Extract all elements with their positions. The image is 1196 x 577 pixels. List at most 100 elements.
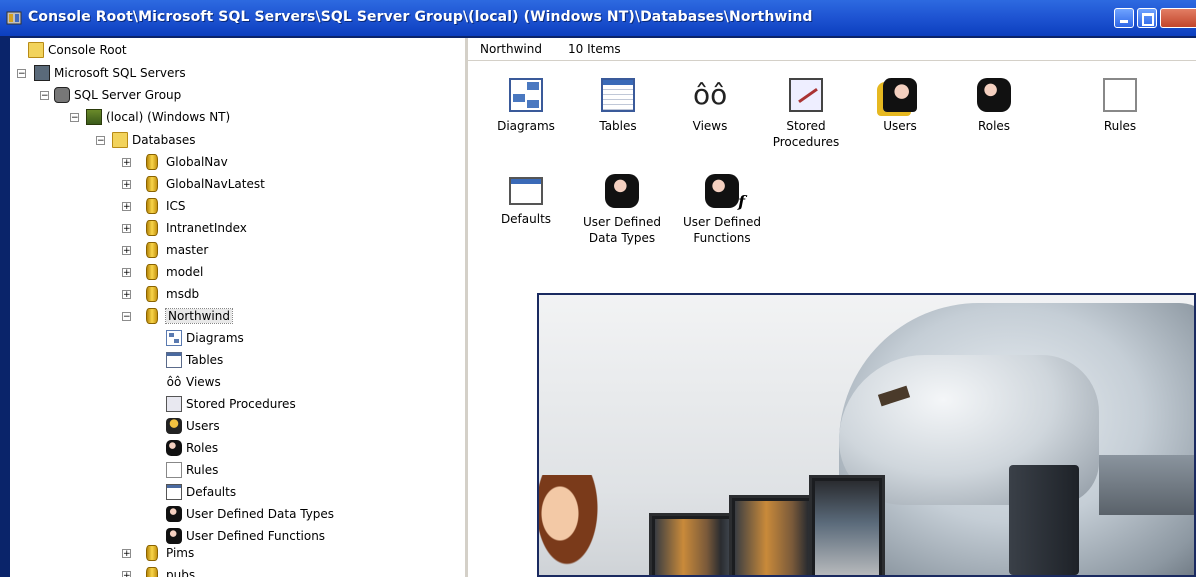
tree-item-console-root[interactable]: Console Root [28,40,127,60]
tree-item-ics[interactable]: ICS [146,196,186,216]
tree-item-user-defined-data-types[interactable]: User Defined Data Types [166,504,334,524]
tree-item-label: Roles [186,441,219,455]
tree-item-tables[interactable]: Tables [166,350,223,370]
user-defined-type-icon [605,174,639,208]
details-title: Northwind [480,42,542,56]
details-item-tables[interactable]: Tables [572,78,664,134]
item-count: 10 Items [568,42,621,56]
details-item-label: Views [692,119,728,133]
tree-item-msdb[interactable]: msdb [146,284,199,304]
database-icon [146,220,158,236]
rule-icon [1103,78,1137,112]
collapse-toggle[interactable]: − [70,113,79,123]
expand-toggle[interactable]: + [122,290,131,300]
tree-item-master[interactable]: master [146,240,208,260]
tree-item-diagrams[interactable]: Diagrams [166,328,244,348]
tree-item-databases[interactable]: Databases [112,130,196,150]
details-item-label: Users [883,119,917,133]
table-icon [166,352,182,368]
details-item-rules[interactable]: Rules [1074,78,1166,134]
details-item-label: Tables [599,119,637,133]
glasses-icon: ôô [693,78,728,111]
expand-toggle[interactable]: + [122,246,131,256]
tree-item-northwind[interactable]: Northwind [146,306,233,326]
details-item-views[interactable]: ôô Views [664,78,756,134]
user-icon [166,418,182,434]
folder-icon [112,132,128,148]
tree-item-intranetindex[interactable]: IntranetIndex [146,218,247,238]
maximize-button[interactable] [1137,8,1157,28]
database-icon [146,545,158,561]
server-icon [34,65,50,81]
tree-item-label: IntranetIndex [166,221,247,235]
close-button[interactable] [1160,8,1196,28]
tree-item-label: Northwind [165,308,233,324]
diagram-icon [509,78,543,112]
details-item-diagrams[interactable]: Diagrams [480,78,572,134]
tree-item-microsoft-sql-servers[interactable]: Microsoft SQL Servers [34,63,186,83]
tree-item-globalnav[interactable]: GlobalNav [146,152,228,172]
details-item-user-defined-functions[interactable]: User Defined Functions [676,174,768,246]
tree-item-stored-procedures[interactable]: Stored Procedures [166,394,296,414]
tree-item-sql-server-group[interactable]: SQL Server Group [54,85,181,105]
database-icon [146,567,158,577]
details-item-user-defined-data-types[interactable]: User Defined Data Types [576,174,668,246]
tree-item-label: Pims [166,546,195,560]
expand-toggle[interactable]: + [122,571,131,577]
details-item-label: Diagrams [497,119,555,133]
details-item-roles[interactable]: Roles [948,78,1040,134]
expand-toggle[interactable]: + [122,549,131,559]
radiotherapy-machine-photo [537,293,1196,577]
machine-arm [1099,455,1194,515]
tree-item-label: (local) (Windows NT) [106,110,231,124]
database-icon [146,176,158,192]
expand-toggle[interactable]: + [122,202,131,212]
user-defined-function-icon [705,174,745,210]
console-tree[interactable]: Console Root − Microsoft SQL Servers − S… [10,38,468,577]
tree-item-views[interactable]: ôô Views [166,372,221,392]
details-item-label: Rules [1103,119,1137,133]
expand-toggle[interactable]: + [122,180,131,190]
tree-item-label: Users [186,419,220,433]
details-item-label: User Defined Data Types [583,215,661,245]
default-icon [166,484,182,500]
collapse-toggle[interactable]: − [17,69,26,79]
details-item-label: Stored Procedures [772,119,840,149]
expand-toggle[interactable]: + [122,268,131,278]
user-defined-function-icon [166,528,182,544]
details-item-stored-procedures[interactable]: Stored Procedures [756,78,856,150]
tree-item-users[interactable]: Users [166,416,220,436]
tree-item-label: Diagrams [186,331,244,345]
tree-item-label: User Defined Functions [186,529,326,543]
database-icon [146,308,158,324]
details-header: Northwind 10 Items [468,38,1196,61]
details-item-label: Defaults [500,212,552,226]
glasses-icon: ôô [166,375,182,389]
window-title: Console Root\Microsoft SQL Servers\SQL S… [28,9,813,25]
local-server-icon [86,109,102,125]
stored-procedure-icon [166,396,182,412]
table-icon [601,78,635,112]
folder-icon [28,42,44,58]
tree-item-globalnavlatest[interactable]: GlobalNavLatest [146,174,265,194]
expand-toggle[interactable]: + [122,158,131,168]
minimize-button[interactable] [1114,8,1134,28]
tree-item-rules[interactable]: Rules [166,460,218,480]
tree-item-pims[interactable]: Pims [146,543,194,563]
tree-item-local-server[interactable]: (local) (Windows NT) [86,107,230,127]
tree-item-model[interactable]: model [146,262,203,282]
tree-item-label: Microsoft SQL Servers [54,66,186,80]
tree-item-label: model [166,265,204,279]
collapse-toggle[interactable]: − [122,312,131,322]
details-item-users[interactable]: Users [854,78,946,134]
details-item-label: User Defined Functions [683,215,761,245]
collapse-toggle[interactable]: − [40,91,49,101]
tree-item-defaults[interactable]: Defaults [166,482,236,502]
expand-toggle[interactable]: + [122,224,131,234]
collapse-toggle[interactable]: − [96,136,105,146]
tree-item-roles[interactable]: Roles [166,438,218,458]
tree-item-pubs[interactable]: pubs [146,565,195,577]
details-item-defaults[interactable]: Defaults [480,174,572,227]
database-icon [146,242,158,258]
stored-procedure-icon [789,78,823,112]
